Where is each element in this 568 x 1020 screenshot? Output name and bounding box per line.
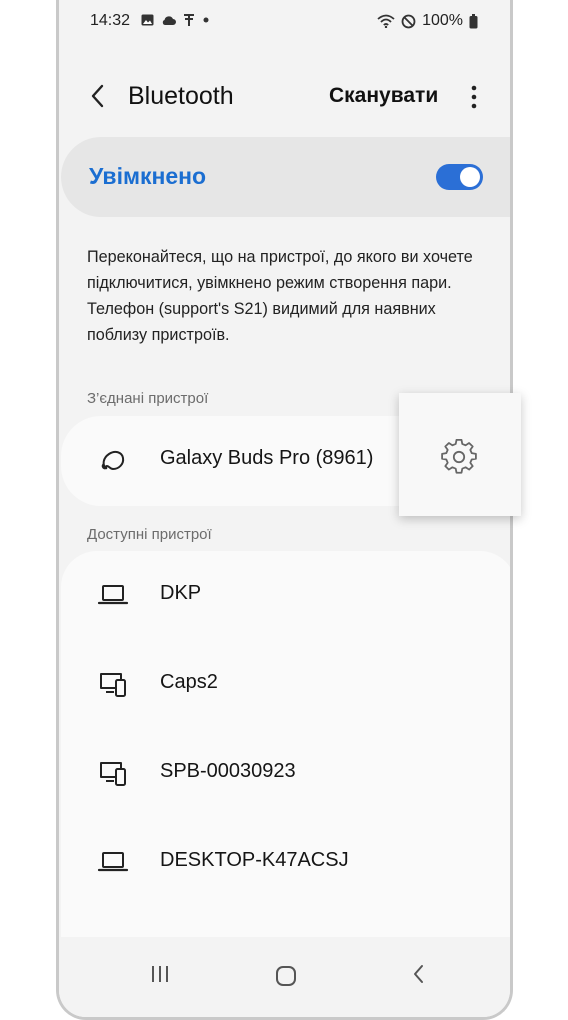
gear-icon [441, 439, 477, 474]
image-icon [141, 14, 154, 26]
status-time: 14:32 [90, 12, 131, 29]
chevron-left-icon [91, 84, 104, 108]
paired-device-name: Galaxy Buds Pro (8961) [160, 447, 374, 469]
usb-icon [184, 14, 194, 26]
app-bar: Bluetooth Сканувати [59, 70, 510, 122]
recent-apps-icon[interactable] [149, 963, 171, 985]
scan-button[interactable]: Сканувати [329, 84, 438, 108]
available-device-name: DKP [160, 582, 202, 604]
battery-icon [469, 13, 478, 28]
available-devices-card: DKP Caps2 SPB-00030923 DESKTOP-K47ACSJ [61, 551, 510, 939]
switch-knob [460, 167, 480, 187]
paired-devices-header: З’єднані пристрої [87, 390, 209, 407]
dot-icon [203, 17, 209, 23]
do-not-disturb-icon [401, 14, 416, 28]
laptop-icon [97, 852, 129, 872]
available-device-name: SPB-00030923 [160, 760, 296, 782]
home-icon[interactable] [275, 965, 297, 987]
monitor-phone-icon [100, 762, 126, 786]
navigation-bar [59, 937, 510, 1017]
laptop-icon [97, 585, 129, 605]
available-device-row[interactable]: SPB-00030923 [61, 729, 510, 818]
bluetooth-toggle-card[interactable]: Увімкнено [61, 137, 510, 217]
bluetooth-switch[interactable] [436, 164, 483, 190]
back-nav-icon[interactable] [408, 963, 430, 985]
more-options-button[interactable] [464, 80, 484, 114]
monitor-phone-icon [100, 673, 126, 697]
available-device-name: DESKTOP-K47ACSJ [160, 849, 349, 871]
pairing-description: Переконайтеся, що на пристрої, до якого … [87, 248, 473, 344]
status-bar: 14:32 100% [59, 0, 510, 40]
more-vertical-icon [471, 85, 477, 109]
back-button[interactable] [83, 76, 113, 116]
earbuds-icon [101, 450, 125, 470]
available-devices-header: Доступні пристрої [87, 526, 212, 543]
wifi-icon [377, 14, 395, 28]
available-device-row[interactable]: DKP [61, 551, 510, 640]
available-device-row[interactable]: DESKTOP-K47ACSJ [61, 818, 510, 907]
device-settings-button[interactable] [399, 393, 521, 516]
status-right-icons: 100% [377, 12, 478, 30]
available-device-row[interactable]: Caps2 [61, 640, 510, 729]
available-device-name: Caps2 [160, 671, 218, 693]
cloud-icon [162, 15, 176, 25]
battery-percent: 100% [422, 12, 463, 29]
page-title: Bluetooth [128, 82, 234, 110]
bluetooth-toggle-label: Увімкнено [89, 163, 207, 189]
status-left-icons [141, 13, 210, 27]
